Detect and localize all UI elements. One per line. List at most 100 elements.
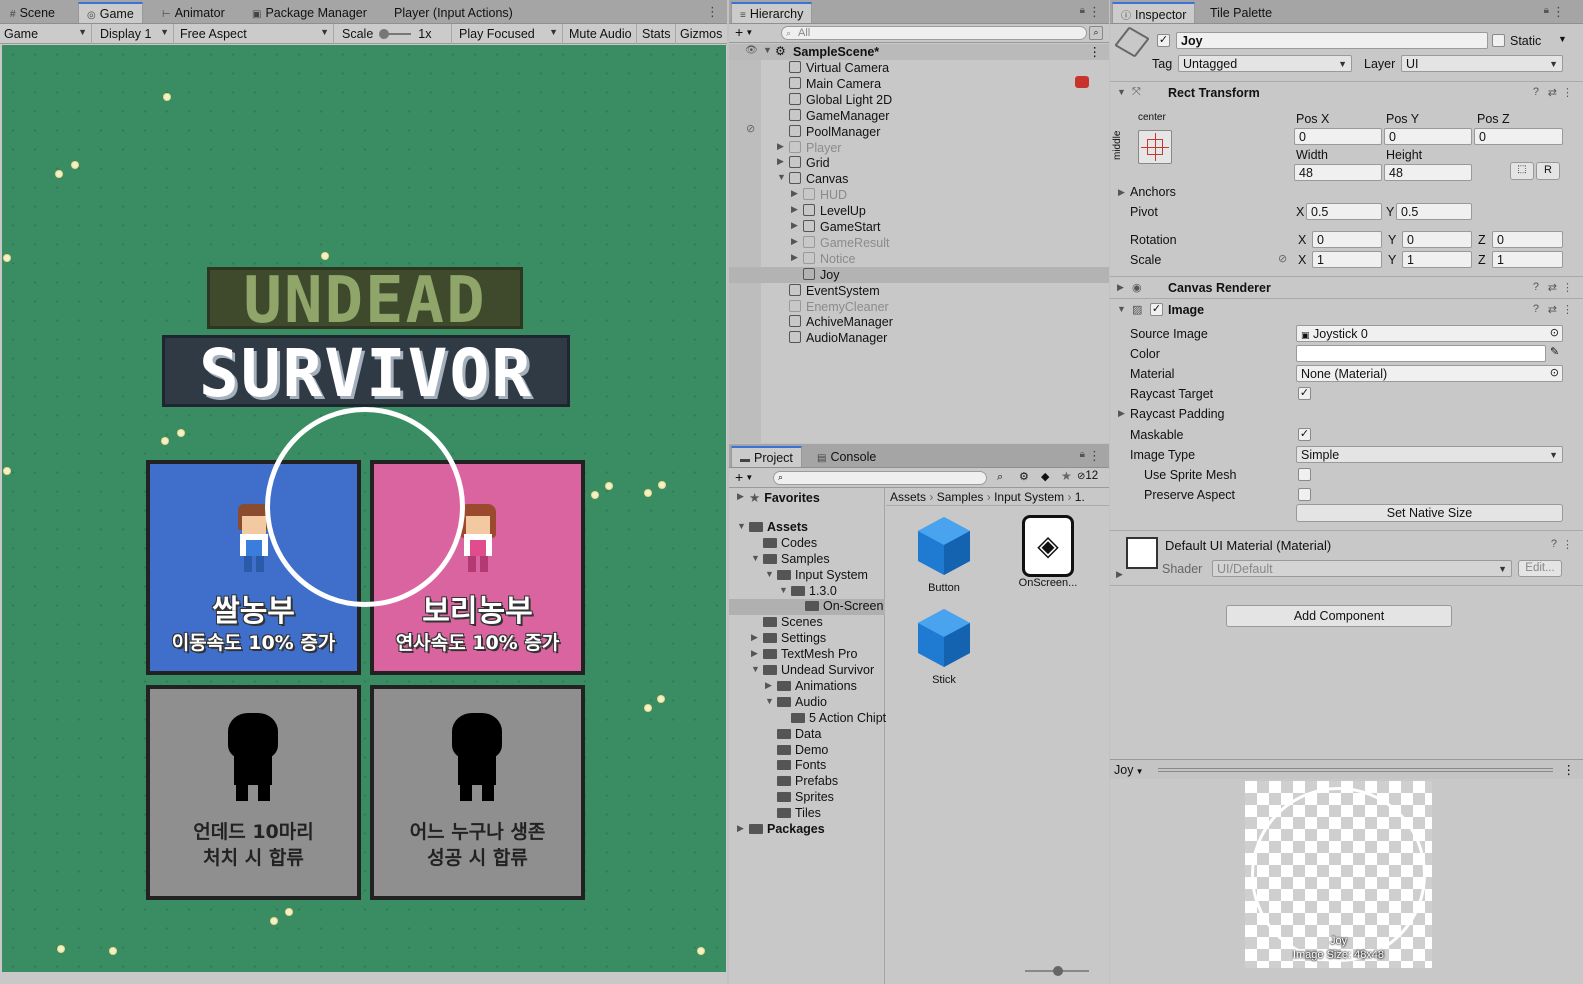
image-enabled-checkbox[interactable]: ✓ xyxy=(1150,303,1163,316)
kebab-menu-icon[interactable]: ⋮ xyxy=(1563,762,1576,777)
breadcrumb-item[interactable]: Samples xyxy=(937,490,984,504)
collapse-arrow-icon[interactable]: ▼ xyxy=(1117,304,1126,314)
filter-icon[interactable]: ⚙ xyxy=(1019,470,1029,483)
search-options-icon[interactable]: ⌕ xyxy=(1089,26,1103,40)
height-field[interactable]: 48 xyxy=(1384,164,1472,181)
hierarchy-item[interactable]: PoolManager xyxy=(729,124,1109,140)
project-folder-item[interactable]: Codes xyxy=(729,536,885,552)
width-field[interactable]: 48 xyxy=(1294,164,1382,181)
raycast-padding-label[interactable]: Raycast Padding xyxy=(1130,407,1225,421)
pivot-y-field[interactable]: 0.5 xyxy=(1396,203,1472,220)
pivot-x-field[interactable]: 0.5 xyxy=(1306,203,1382,220)
kebab-menu-icon[interactable]: ⋮ xyxy=(1088,4,1101,20)
project-search-input[interactable]: ⌕ xyxy=(773,471,987,485)
project-folder-item[interactable]: ▶ Settings xyxy=(729,631,885,647)
project-folder-item[interactable]: ▶ ★ Favorites xyxy=(729,490,885,506)
project-folder-item[interactable]: ▶ Packages xyxy=(729,822,885,838)
hierarchy-item[interactable]: ▶ Player xyxy=(729,140,1109,156)
hierarchy-search-input[interactable]: ⌕ All xyxy=(781,26,1087,40)
project-folder-item[interactable]: Fonts xyxy=(729,758,885,774)
collapse-arrow-icon[interactable]: ▼ xyxy=(751,664,760,674)
project-folder-item[interactable]: ▶ Animations xyxy=(729,679,885,695)
preserve-aspect-checkbox[interactable] xyxy=(1298,488,1311,501)
expand-arrow-icon[interactable]: ▶ xyxy=(751,632,758,643)
material-field[interactable]: None (Material) ⊙ xyxy=(1296,365,1563,382)
shader-edit-button[interactable]: Edit... xyxy=(1518,560,1562,577)
kebab-menu-icon[interactable]: ⋮ xyxy=(706,4,719,20)
raw-edit-button[interactable]: R xyxy=(1536,162,1560,180)
shader-dropdown[interactable]: UI/Default ▼ xyxy=(1212,560,1512,577)
collapse-arrow-icon[interactable]: ▼ xyxy=(751,553,760,563)
project-folder-item[interactable]: Sprites xyxy=(729,790,885,806)
aspect-dropdown[interactable]: Free Aspect ▼ xyxy=(176,24,334,44)
expand-arrow-icon[interactable]: ▶ xyxy=(751,648,758,659)
collapse-arrow-icon[interactable]: ▼ xyxy=(765,569,774,579)
character-card-locked-1[interactable]: 언데드 10마리 처치 시 합류 xyxy=(146,685,361,900)
help-icon[interactable]: ? xyxy=(1533,281,1539,293)
tab-project[interactable]: ▬ Project xyxy=(731,446,802,467)
breadcrumb-item[interactable]: Assets xyxy=(890,490,926,504)
hierarchy-item[interactable]: ▶ Grid xyxy=(729,155,1109,171)
hidden-object-icon[interactable]: ⊘ xyxy=(746,122,755,135)
pos-z-field[interactable]: 0 xyxy=(1474,128,1563,145)
canvas-renderer-header[interactable]: ▶ ◉ Canvas Renderer ? ⇄ ⋮ xyxy=(1110,276,1583,298)
expand-arrow-icon[interactable]: ▶ xyxy=(791,204,798,215)
hierarchy-item[interactable]: GameManager xyxy=(729,108,1109,124)
hierarchy-item[interactable]: Virtual Camera xyxy=(729,60,1109,76)
expand-arrow-icon[interactable]: ▶ xyxy=(791,252,798,263)
image-type-dropdown[interactable]: Simple ▼ xyxy=(1296,446,1563,463)
hierarchy-item[interactable]: ▶ GameResult xyxy=(729,235,1109,251)
color-field[interactable] xyxy=(1296,345,1546,362)
hierarchy-item[interactable]: ▶ Notice xyxy=(729,251,1109,267)
hierarchy-scene-row[interactable]: 👁︎ ▼ ⚙ SampleScene* ⋮ xyxy=(729,44,1109,60)
tag-dropdown[interactable]: Untagged ▼ xyxy=(1178,55,1352,72)
hierarchy-item[interactable]: EnemyCleaner xyxy=(729,299,1109,315)
expand-arrow-icon[interactable]: ▶ xyxy=(1116,569,1123,580)
project-folder-item[interactable]: On-Screen xyxy=(729,599,885,616)
rot-x-field[interactable]: 0 xyxy=(1312,231,1382,248)
icon-size-slider-thumb[interactable] xyxy=(1053,966,1063,976)
anchors-label[interactable]: Anchors xyxy=(1130,185,1176,199)
kebab-menu-icon[interactable]: ⋮ xyxy=(1562,538,1573,551)
source-image-field[interactable]: ▣ Joystick 0 ⊙ xyxy=(1296,325,1563,342)
collapse-arrow-icon[interactable]: ▼ xyxy=(777,172,786,182)
scale-slider-thumb[interactable] xyxy=(378,29,389,39)
project-folder-item[interactable]: ▼ Audio xyxy=(729,695,885,711)
expand-arrow-icon[interactable]: ▶ xyxy=(1118,408,1125,419)
object-name-input[interactable]: Joy xyxy=(1176,32,1488,49)
tab-inspector[interactable]: ⓘ Inspector xyxy=(1112,2,1196,23)
collapse-arrow-icon[interactable]: ▼ xyxy=(737,521,746,531)
collapse-arrow-icon[interactable]: ▼ xyxy=(765,696,774,706)
kebab-menu-icon[interactable]: ⋮ xyxy=(1088,448,1101,464)
label-tag-icon[interactable]: ◆ xyxy=(1041,470,1049,483)
expand-arrow-icon[interactable]: ▶ xyxy=(737,491,744,502)
mute-audio-toggle[interactable]: Mute Audio xyxy=(565,24,637,44)
help-icon[interactable]: ? xyxy=(1551,538,1557,550)
hierarchy-item[interactable]: EventSystem xyxy=(729,283,1109,299)
active-checkbox[interactable]: ✓ xyxy=(1157,34,1170,47)
lock-icon[interactable]: 🔒︎ xyxy=(1080,449,1085,460)
rot-y-field[interactable]: 0 xyxy=(1402,231,1472,248)
project-folder-item[interactable]: Data xyxy=(729,727,885,743)
tab-tile-palette[interactable]: Tile Palette xyxy=(1202,3,1280,24)
project-folder-item[interactable]: ▼ Input System xyxy=(729,568,885,584)
visibility-icon[interactable]: 👁︎ xyxy=(745,45,758,56)
project-folder-item[interactable]: 5 Action Chipt xyxy=(729,711,886,727)
collapse-arrow-icon[interactable]: ▼ xyxy=(1117,87,1126,97)
play-focused-dropdown[interactable]: Play Focused ▼ xyxy=(455,24,563,44)
kebab-menu-icon[interactable]: ⋮ xyxy=(1089,44,1102,59)
use-sprite-mesh-checkbox[interactable] xyxy=(1298,468,1311,481)
stats-toggle[interactable]: Stats xyxy=(638,24,676,44)
add-component-button[interactable]: Add Component xyxy=(1226,605,1452,627)
project-folder-item[interactable]: Tiles xyxy=(729,806,885,822)
gizmos-toggle[interactable]: Gizmos xyxy=(676,24,726,44)
character-card-locked-2[interactable]: 어느 누구나 생존 성공 시 합류 xyxy=(370,685,585,900)
maskable-checkbox[interactable]: ✓ xyxy=(1298,428,1311,441)
expand-arrow-icon[interactable]: ▶ xyxy=(1118,187,1125,198)
project-folder-item[interactable]: ▼ 1.3.0 xyxy=(729,584,885,600)
scale-z-field[interactable]: 1 xyxy=(1492,251,1563,268)
help-icon[interactable]: ? xyxy=(1533,86,1539,98)
eyedropper-icon[interactable]: ✎ xyxy=(1550,345,1559,358)
project-folder-item[interactable]: Demo xyxy=(729,743,885,759)
image-component-header[interactable]: ▼ ▨ ✓ Image ? ⇄ ⋮ xyxy=(1110,298,1583,320)
